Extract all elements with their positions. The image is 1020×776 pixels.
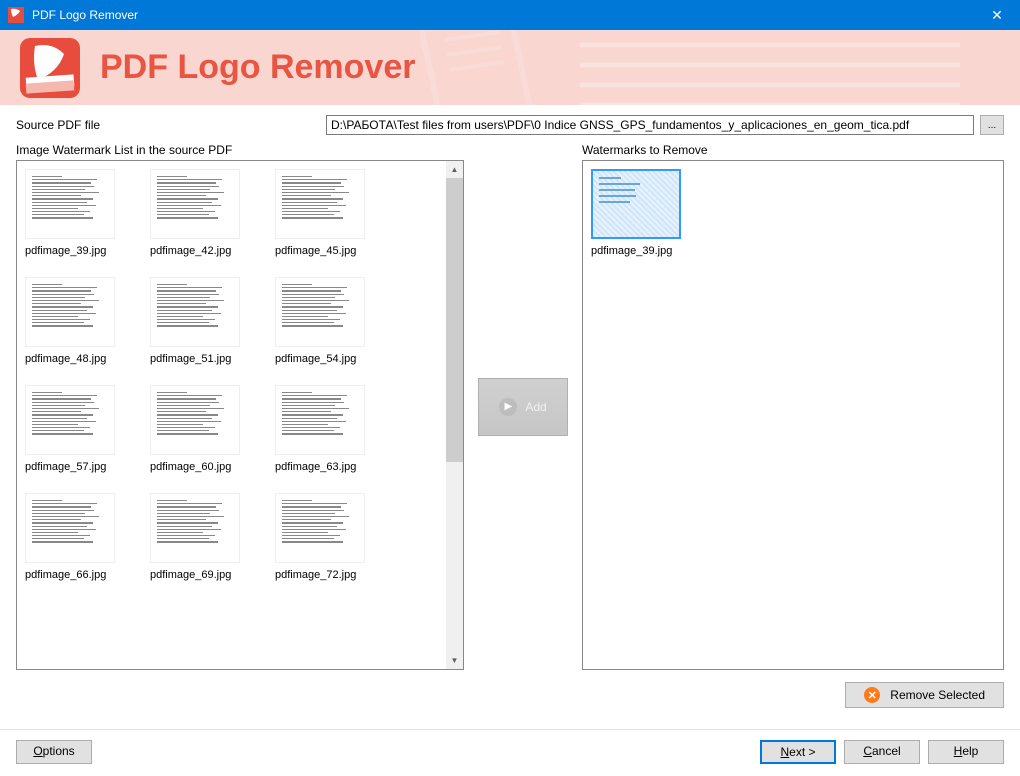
list-item[interactable]: pdfimage_39.jpg — [25, 169, 120, 257]
thumbnail-icon — [25, 277, 115, 347]
list-item[interactable]: pdfimage_60.jpg — [150, 385, 245, 473]
thumbnail-caption: pdfimage_69.jpg — [150, 569, 231, 581]
app-logo — [20, 38, 80, 98]
cancel-rest: ancel — [872, 744, 901, 758]
thumbnail-caption: pdfimage_54.jpg — [275, 353, 356, 365]
cancel-button[interactable]: Cancel — [844, 740, 920, 764]
footer: Options Next > Cancel Help — [0, 729, 1020, 776]
next-mnemonic: N — [780, 745, 789, 759]
decor-page-icon — [420, 30, 550, 105]
app-icon — [8, 7, 24, 23]
right-panel-label: Watermarks to Remove — [582, 143, 1004, 157]
thumbnail-icon — [150, 169, 240, 239]
thumbnail-caption: pdfimage_57.jpg — [25, 461, 106, 473]
scrollbar[interactable]: ▲ ▼ — [446, 161, 463, 669]
options-rest: ptions — [43, 744, 75, 758]
header-banner: PDF Logo Remover — [0, 30, 1020, 105]
thumbnail-caption: pdfimage_63.jpg — [275, 461, 356, 473]
window-title: PDF Logo Remover — [32, 8, 974, 22]
list-item[interactable]: pdfimage_45.jpg — [275, 169, 370, 257]
list-item[interactable]: pdfimage_66.jpg — [25, 493, 120, 581]
remove-icon: ✕ — [864, 687, 880, 703]
options-mnemonic: O — [33, 744, 42, 758]
list-item[interactable]: pdfimage_57.jpg — [25, 385, 120, 473]
thumbnail-caption: pdfimage_39.jpg — [25, 245, 106, 257]
thumbnail-icon — [25, 385, 115, 455]
browse-button[interactable]: ... — [980, 115, 1004, 135]
list-item[interactable]: pdfimage_72.jpg — [275, 493, 370, 581]
scroll-up-icon[interactable]: ▲ — [446, 161, 463, 178]
thumbnail-caption: pdfimage_66.jpg — [25, 569, 106, 581]
thumbnail-caption: pdfimage_51.jpg — [150, 353, 231, 365]
source-path-input[interactable] — [326, 115, 974, 135]
thumbnail-icon — [25, 493, 115, 563]
thumbnail-caption: pdfimage_39.jpg — [591, 245, 672, 257]
list-item[interactable]: pdfimage_39.jpg — [591, 169, 686, 257]
thumbnail-icon — [275, 169, 365, 239]
thumbnail-caption: pdfimage_60.jpg — [150, 461, 231, 473]
scroll-thumb[interactable] — [446, 178, 463, 462]
thumbnail-icon — [275, 277, 365, 347]
list-item[interactable]: pdfimage_54.jpg — [275, 277, 370, 365]
thumbnail-caption: pdfimage_48.jpg — [25, 353, 106, 365]
next-rest: ext > — [789, 745, 815, 759]
titlebar: PDF Logo Remover ✕ — [0, 0, 1020, 30]
remove-selected-button[interactable]: ✕ Remove Selected — [845, 682, 1004, 708]
thumbnail-icon — [25, 169, 115, 239]
close-button[interactable]: ✕ — [974, 0, 1020, 30]
help-button[interactable]: Help — [928, 740, 1004, 764]
thumbnail-caption: pdfimage_45.jpg — [275, 245, 356, 257]
left-panel-label: Image Watermark List in the source PDF — [16, 143, 464, 157]
list-item[interactable]: pdfimage_63.jpg — [275, 385, 370, 473]
add-button: ▶ Add — [478, 378, 568, 436]
thumbnail-caption: pdfimage_42.jpg — [150, 245, 231, 257]
decor-lines-icon — [580, 30, 960, 105]
remove-list[interactable]: pdfimage_39.jpg — [582, 160, 1004, 670]
source-label: Source PDF file — [16, 118, 326, 132]
help-rest: elp — [962, 744, 978, 758]
watermark-list[interactable]: pdfimage_39.jpg pdfimage_42.jpg pdfimage_4… — [16, 160, 464, 670]
thumbnail-icon — [591, 169, 681, 239]
cancel-mnemonic: C — [863, 744, 872, 758]
list-item[interactable]: pdfimage_48.jpg — [25, 277, 120, 365]
thumbnail-icon — [275, 493, 365, 563]
scroll-down-icon[interactable]: ▼ — [446, 652, 463, 669]
list-item[interactable]: pdfimage_42.jpg — [150, 169, 245, 257]
close-icon: ✕ — [991, 7, 1003, 24]
next-button[interactable]: Next > — [760, 740, 836, 764]
thumbnail-icon — [275, 385, 365, 455]
list-item[interactable]: pdfimage_69.jpg — [150, 493, 245, 581]
app-title: PDF Logo Remover — [100, 48, 415, 87]
thumbnail-icon — [150, 493, 240, 563]
thumbnail-icon — [150, 385, 240, 455]
thumbnail-icon — [150, 277, 240, 347]
thumbnail-caption: pdfimage_72.jpg — [275, 569, 356, 581]
add-arrow-icon: ▶ — [499, 398, 517, 416]
options-button[interactable]: Options — [16, 740, 92, 764]
list-item[interactable]: pdfimage_51.jpg — [150, 277, 245, 365]
